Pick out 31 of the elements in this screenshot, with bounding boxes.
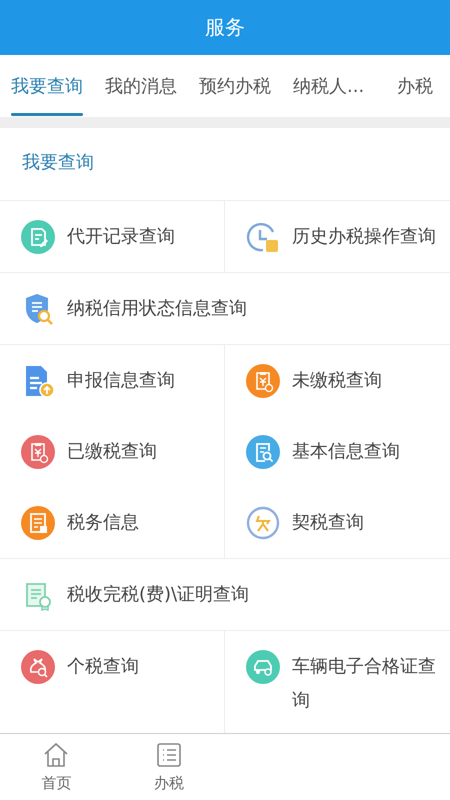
query-item[interactable]: 未缴税查询 xyxy=(225,345,450,416)
query-item[interactable]: 纳税信用状态信息查询 xyxy=(0,273,450,344)
home-icon xyxy=(43,742,70,768)
money-bag-icon xyxy=(21,650,55,684)
query-item[interactable]: 代开记录查询 xyxy=(0,201,225,272)
query-item[interactable]: 契税查询 xyxy=(225,487,450,558)
tab[interactable]: 纳税人... xyxy=(283,55,374,117)
clipboard-yen-icon xyxy=(246,364,280,398)
query-item[interactable]: 税收完税(费)\证明查询 xyxy=(0,559,450,630)
ring-icon xyxy=(246,506,280,540)
query-item[interactable]: 已缴税查询 xyxy=(0,416,225,487)
query-item[interactable]: 税务信息 xyxy=(0,487,225,558)
clock-icon xyxy=(246,220,280,254)
document-icon xyxy=(21,506,55,540)
tab[interactable]: 我要查询 xyxy=(1,55,93,117)
query-item[interactable]: 申报信息查询 xyxy=(0,345,225,416)
tab[interactable]: 预约办税 xyxy=(189,55,281,117)
section-title: 我要查询 xyxy=(21,151,95,175)
note-edit-icon xyxy=(21,220,55,254)
query-item[interactable]: 历史办税操作查询 xyxy=(225,201,450,272)
query-item[interactable]: 基本信息查询 xyxy=(225,416,450,487)
query-item[interactable]: 车辆电子合格证查询 xyxy=(225,631,450,733)
tab[interactable]: 办税 xyxy=(387,55,444,117)
car-icon xyxy=(246,650,280,684)
document-search-icon xyxy=(246,435,280,469)
nav-tab[interactable]: 首页 xyxy=(0,734,112,800)
nav-tab[interactable]: 办税 xyxy=(112,734,225,800)
list-icon xyxy=(156,742,182,768)
tab[interactable]: 我的消息 xyxy=(95,55,187,117)
page-title: 服务 xyxy=(205,14,245,41)
clipboard-yen-icon xyxy=(21,435,55,469)
